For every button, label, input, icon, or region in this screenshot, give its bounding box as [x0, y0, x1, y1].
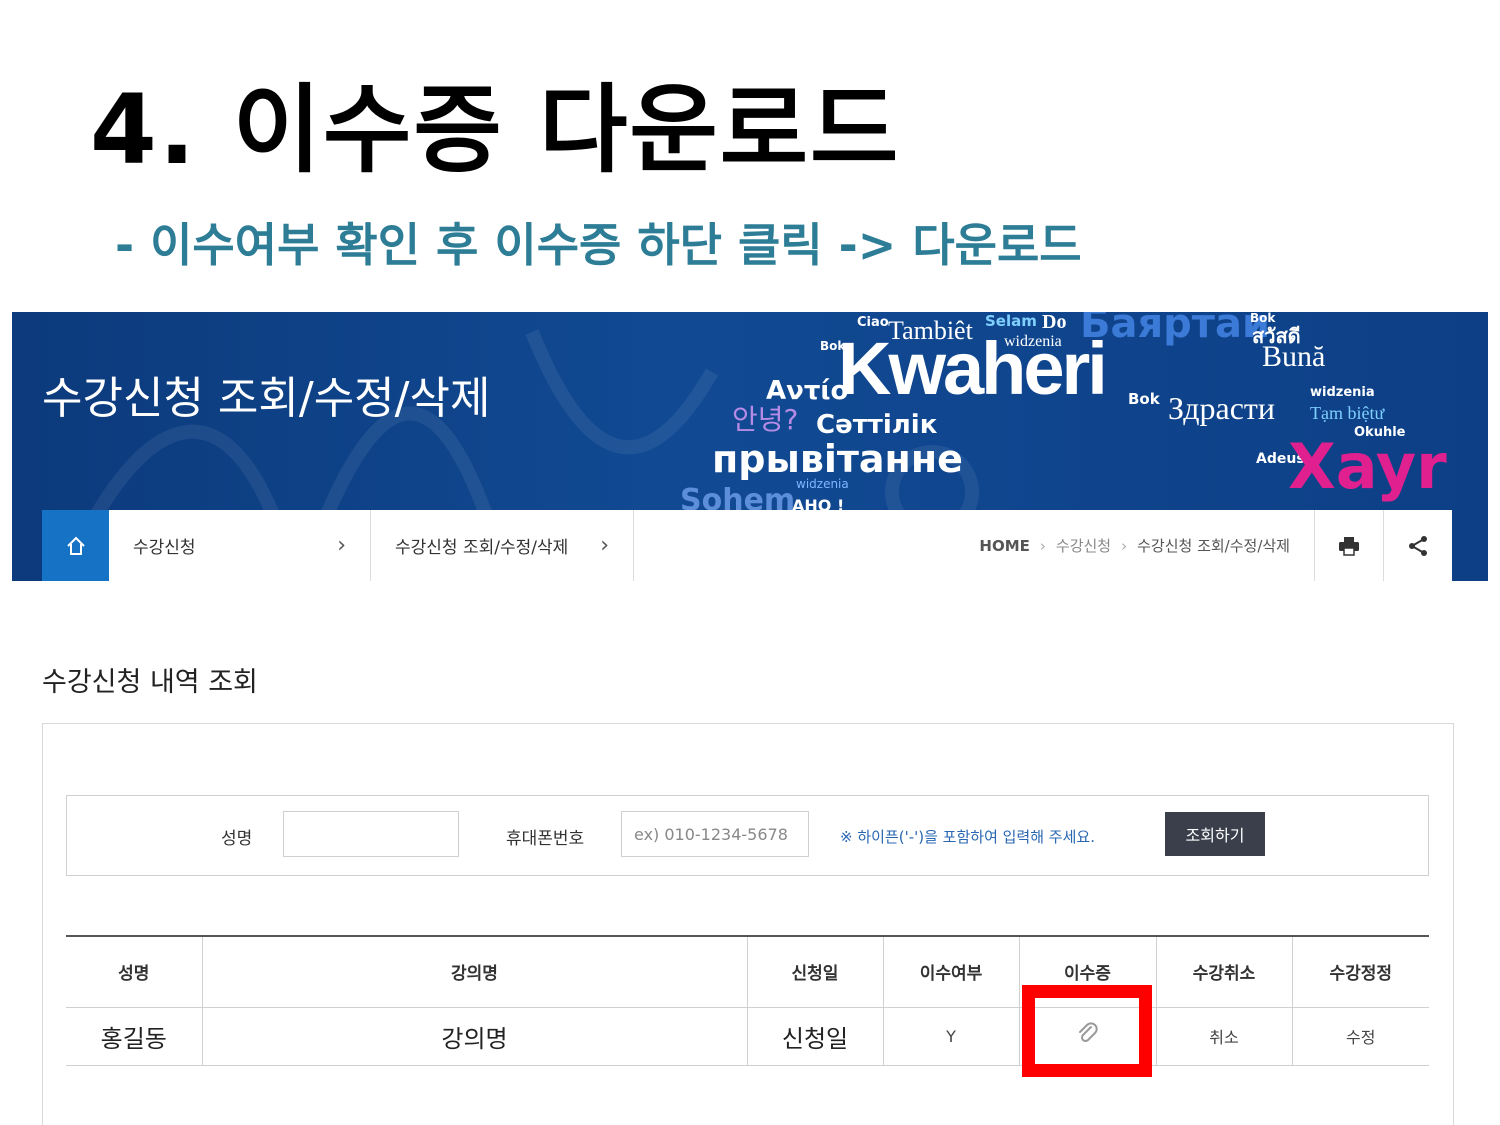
cell-completed: Y — [882, 1007, 1019, 1066]
word-cloud-tambietu: Tạm biệtư — [1310, 403, 1385, 423]
phone-label: 휴대폰번호 — [506, 829, 585, 849]
slide-subtitle: - 이수여부 확인 후 이수증 하단 클릭 -> 다운로드 — [115, 218, 1082, 272]
cell-edit: 수정 — [1291, 1007, 1429, 1066]
word-cloud-pryvitannie: прывітанне — [712, 437, 963, 481]
word-cloud-do-widzenia-2: widzenia — [796, 477, 849, 491]
col-header-name: 성명 — [66, 936, 202, 1008]
section-title: 수강신청 내역 조회 — [42, 667, 258, 698]
word-cloud-do-widzenia-1: widzenia — [1310, 385, 1375, 400]
breadcrumb-level1-label: 수강신청 — [133, 538, 196, 558]
edit-link[interactable]: 수정 — [1346, 1028, 1375, 1047]
share-button[interactable] — [1383, 510, 1452, 581]
page-banner: 수강신청 조회/수정/삭제 Ciao Tambiêt Selam Do widz… — [12, 312, 1488, 581]
share-icon — [1409, 535, 1427, 556]
breadcrumb-path: HOME › 수강신청 › 수강신청 조회/수정/삭제 — [634, 510, 1314, 581]
name-label: 성명 — [221, 829, 253, 849]
banner-title: 수강신청 조회/수정/삭제 — [42, 373, 491, 424]
certificate-highlight-box — [1022, 985, 1152, 1077]
breadcrumb-level1-select[interactable]: 수강신청 › — [109, 510, 371, 581]
print-icon — [1339, 536, 1359, 556]
phone-format-note: ※ 하이픈('-')을 포함하여 입력해 주세요. — [840, 828, 1095, 846]
col-header-edit: 수강정정 — [1291, 936, 1429, 1008]
chevron-right-icon: › — [600, 533, 609, 558]
breadcrumb-level2-label: 수강신청 조회/수정/삭제 — [395, 538, 569, 558]
col-header-completed: 이수여부 — [882, 936, 1019, 1008]
col-header-course: 강의명 — [201, 936, 747, 1008]
enrollment-table: 성명 강의명 신청일 이수여부 이수증 수강취소 수강정정 홍길동 강의명 신청… — [66, 935, 1429, 1066]
home-icon — [66, 536, 85, 555]
table-header-row: 성명 강의명 신청일 이수여부 이수증 수강취소 수강정정 — [66, 936, 1429, 1008]
cell-course: 강의명 — [201, 1007, 747, 1066]
col-header-cancel: 수강취소 — [1155, 936, 1292, 1008]
cell-cancel: 취소 — [1155, 1007, 1292, 1066]
breadcrumb-path-current: 수강신청 조회/수정/삭제 — [1137, 537, 1290, 555]
col-header-date: 신청일 — [746, 936, 883, 1008]
table-row: 홍길동 강의명 신청일 Y 취소 수정 — [66, 1007, 1429, 1066]
word-cloud-annyeong: 안녕? — [732, 403, 799, 436]
word-cloud-bok-1: Bok — [1250, 312, 1276, 325]
word-cloud-avtio: Αντίο — [766, 376, 849, 406]
cell-date: 신청일 — [746, 1007, 883, 1066]
phone-input[interactable] — [621, 811, 809, 857]
cancel-link[interactable]: 취소 — [1209, 1028, 1238, 1047]
breadcrumb-path-home[interactable]: HOME — [979, 537, 1029, 555]
slide-title: 4. 이수증 다운로드 — [90, 74, 901, 186]
chevron-right-icon: › — [337, 533, 346, 558]
breadcrumb-home-button[interactable] — [42, 510, 109, 581]
word-cloud-bok-3: Bok — [1128, 390, 1160, 408]
word-cloud-saytilik: Сәттілік — [816, 410, 938, 440]
word-cloud-zdrasti: Здрасти — [1168, 390, 1276, 426]
search-button[interactable]: 조회하기 — [1165, 812, 1265, 856]
word-cloud-buna: Bună — [1262, 340, 1326, 373]
breadcrumb: 수강신청 › 수강신청 조회/수정/삭제 › HOME › 수강신청 › 수강신… — [42, 510, 1452, 581]
word-cloud-xayr: Xayr — [1288, 430, 1447, 503]
word-cloud-bayrtai: Баяртай — [1080, 312, 1270, 347]
search-form: 성명 휴대폰번호 ※ 하이픈('-')을 포함하여 입력해 주세요. 조회하기 — [66, 795, 1429, 876]
cell-name: 홍길동 — [66, 1007, 202, 1066]
chevron-right-icon: › — [1121, 536, 1128, 555]
name-input[interactable] — [283, 811, 459, 857]
breadcrumb-level2-select[interactable]: 수강신청 조회/수정/삭제 › — [371, 510, 634, 581]
chevron-right-icon: › — [1039, 536, 1046, 555]
breadcrumb-path-mid[interactable]: 수강신청 — [1056, 535, 1111, 556]
print-button[interactable] — [1314, 510, 1383, 581]
word-cloud-kwaheri: Kwaheri — [838, 327, 1108, 410]
